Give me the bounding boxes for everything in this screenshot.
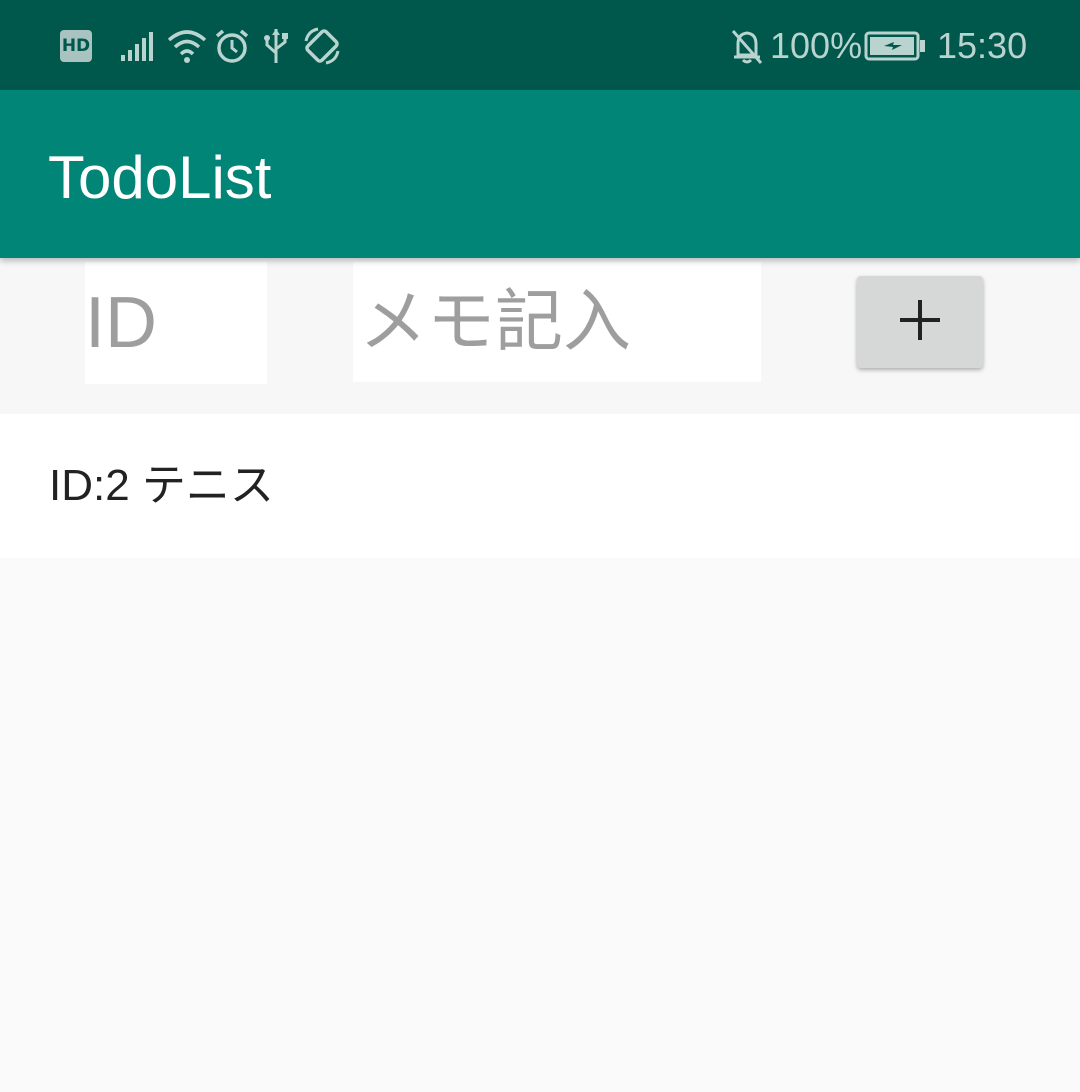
battery-charging-icon [864, 26, 928, 66]
status-bar: HD 100% 15:30 [0, 0, 1080, 90]
todo-list: ID:2 テニス [0, 414, 1080, 558]
notifications-off-icon [730, 26, 764, 66]
wifi-icon [166, 26, 208, 66]
signal-icon [120, 26, 156, 66]
todo-input-row [0, 258, 1080, 414]
id-input[interactable] [85, 262, 267, 384]
clock: 15:30 [937, 25, 1028, 66]
list-item-label: ID:2 テニス [49, 461, 274, 510]
hd-icon: HD [60, 30, 92, 62]
auto-rotate-icon [302, 26, 342, 66]
battery-percent: 100% [770, 25, 863, 66]
alarm-icon [214, 26, 250, 66]
memo-input[interactable] [353, 262, 761, 382]
add-button[interactable] [857, 276, 983, 368]
list-item[interactable]: ID:2 テニス [0, 414, 1080, 558]
app-title: TodoList [48, 144, 272, 211]
usb-icon [262, 26, 290, 66]
plus-icon [896, 296, 944, 348]
